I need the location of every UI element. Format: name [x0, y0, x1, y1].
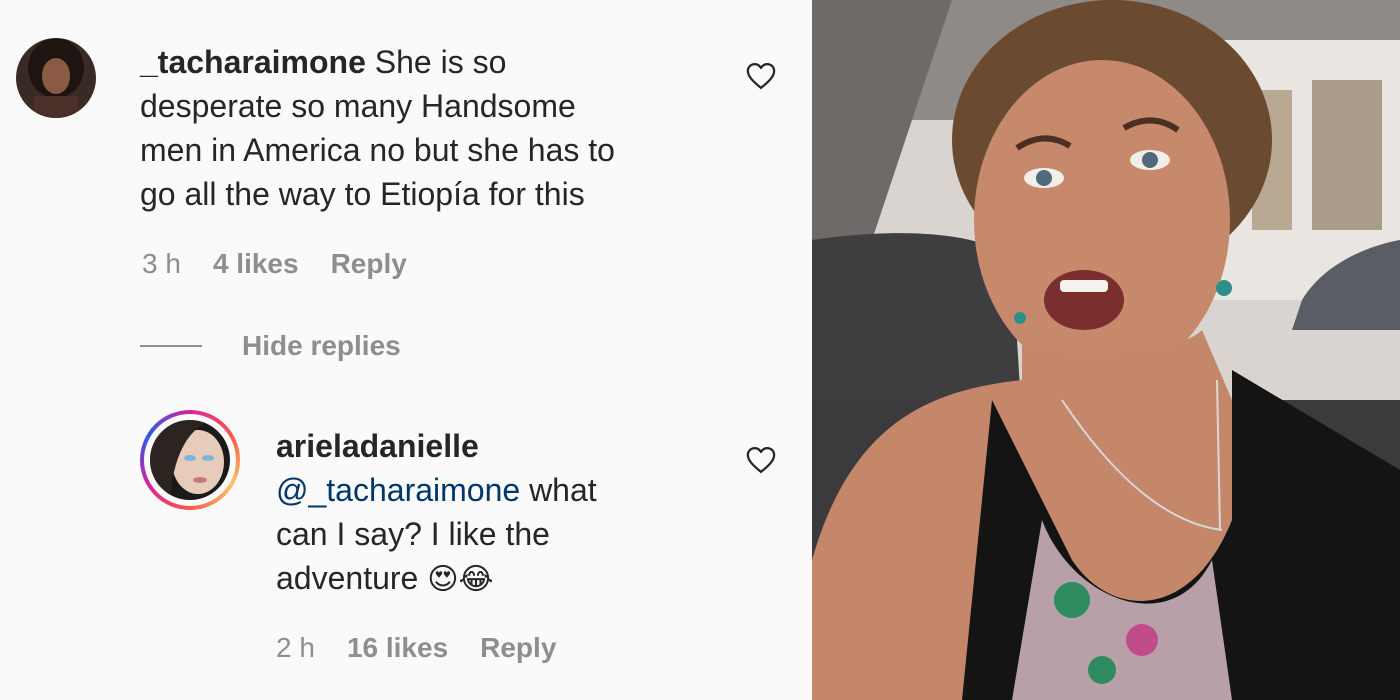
hide-replies-label: Hide replies: [242, 330, 401, 361]
reply-body: arieladanielle @_tacharaimone what can I…: [276, 428, 597, 597]
emoji-reaction: 😍😂: [427, 562, 494, 597]
reply-reply-button[interactable]: Reply: [480, 632, 556, 664]
commenter-avatar[interactable]: [16, 38, 96, 118]
divider-line: [140, 345, 202, 347]
hide-replies-button[interactable]: Hide replies: [140, 330, 401, 362]
reply-time: 2 h: [276, 632, 315, 663]
comment-time: 3 h: [142, 248, 181, 279]
comment-body: _tacharaimone She is so desperate so man…: [140, 44, 615, 212]
comments-panel: _tacharaimone She is so desperate so man…: [0, 0, 812, 700]
reply-mention[interactable]: @_tacharaimone: [276, 472, 520, 508]
reply-likes[interactable]: 16 likes: [347, 632, 448, 664]
reply-button[interactable]: Reply: [331, 248, 407, 280]
commenter-username[interactable]: _tacharaimone: [140, 44, 366, 80]
heart-outline-icon[interactable]: [746, 62, 776, 90]
reply-username[interactable]: arieladanielle: [276, 428, 479, 464]
heart-outline-icon[interactable]: [746, 446, 776, 474]
reply-meta: 2 h 16 likes Reply: [276, 632, 556, 664]
reply-avatar[interactable]: [140, 410, 240, 510]
comment-likes[interactable]: 4 likes: [213, 248, 299, 280]
photo-woman-in-car: [812, 0, 1400, 700]
comment-meta: 3 h 4 likes Reply: [142, 248, 407, 280]
